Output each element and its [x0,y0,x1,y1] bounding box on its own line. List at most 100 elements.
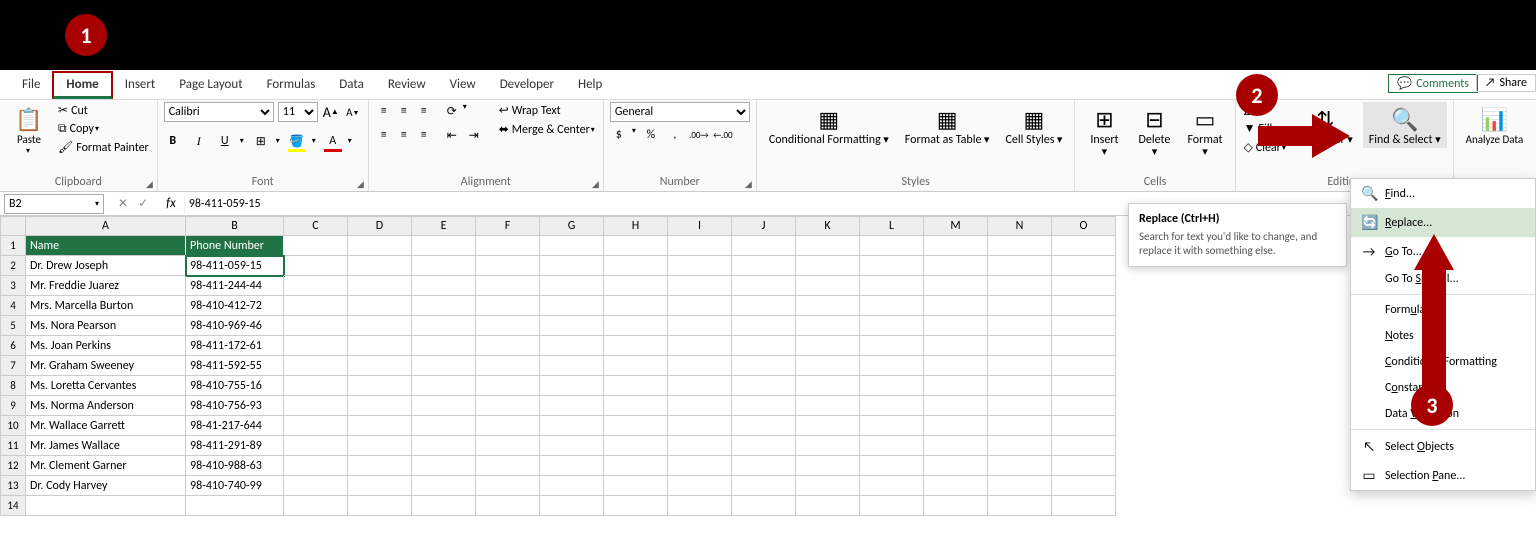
cell[interactable] [1052,356,1116,376]
cell[interactable]: Name [26,236,186,256]
format-painter-button[interactable]: 🖌Format Painter [56,139,151,156]
comments-button[interactable]: 💬 Comments [1388,74,1478,93]
menu-selection-pane[interactable]: ▭Selection Pane... [1351,461,1535,490]
cell[interactable] [604,316,668,336]
cell[interactable] [540,356,604,376]
cell[interactable] [668,456,732,476]
cell[interactable] [284,496,348,516]
cell[interactable] [284,296,348,316]
cell[interactable] [732,476,796,496]
comma-icon[interactable]: , [666,126,684,144]
row-header[interactable]: 7 [0,356,26,376]
cell[interactable] [796,276,860,296]
cell[interactable] [860,396,924,416]
align-middle-icon[interactable]: ≡ [395,102,413,120]
col-header-D[interactable]: D [348,216,412,236]
row-header[interactable]: 1 [0,236,26,256]
row-header[interactable]: 5 [0,316,26,336]
cell[interactable]: Phone Number [186,236,284,256]
cell[interactable] [668,396,732,416]
cell[interactable] [284,436,348,456]
cell[interactable] [348,316,412,336]
cell[interactable] [924,436,988,456]
cell[interactable] [860,476,924,496]
cell[interactable] [412,296,476,316]
cell[interactable] [476,236,540,256]
cell[interactable] [412,456,476,476]
row-header[interactable]: 11 [0,436,26,456]
cell[interactable]: 98-410-969-46 [186,316,284,336]
percent-icon[interactable]: % [642,126,660,144]
cell[interactable] [284,336,348,356]
wrap-text-button[interactable]: ↩Wrap Text [497,102,597,119]
cell[interactable] [668,476,732,496]
cell[interactable] [1052,496,1116,516]
cell[interactable] [284,396,348,416]
cut-button[interactable]: ✂Cut [56,102,151,119]
cell[interactable] [412,436,476,456]
cell[interactable] [284,316,348,336]
cancel-formula-icon[interactable]: ✕ [118,196,128,211]
cell[interactable]: Mr. Freddie Juarez [26,276,186,296]
tab-insert[interactable]: Insert [113,73,168,96]
cell[interactable] [988,456,1052,476]
cell[interactable] [540,336,604,356]
merge-center-button[interactable]: ⬌Merge & Center▾ [497,121,597,138]
cell[interactable] [540,236,604,256]
col-header-F[interactable]: F [476,216,540,236]
col-header-O[interactable]: O [1052,216,1116,236]
cell[interactable]: Dr. Drew Joseph [26,256,186,276]
cell[interactable] [348,276,412,296]
cell[interactable] [988,496,1052,516]
cell[interactable] [284,456,348,476]
cell[interactable]: Dr. Cody Harvey [26,476,186,496]
cell[interactable] [732,396,796,416]
cell[interactable] [860,316,924,336]
increase-indent-icon[interactable]: ⇥ [465,126,483,144]
menu-replace[interactable]: 🔄Replace... [1351,208,1535,237]
cell[interactable] [540,316,604,336]
cell[interactable] [924,316,988,336]
cell[interactable] [348,256,412,276]
dialog-launcher-icon[interactable]: ◢ [357,179,364,190]
col-header-M[interactable]: M [924,216,988,236]
cell[interactable] [26,496,186,516]
cell[interactable] [988,336,1052,356]
grow-font-icon[interactable]: A▲ [322,103,340,121]
cell[interactable] [668,416,732,436]
enter-formula-icon[interactable]: ✓ [138,196,148,211]
fill-color-button[interactable]: 🪣 [288,132,306,150]
tab-developer[interactable]: Developer [488,73,566,96]
cell[interactable] [988,316,1052,336]
cell[interactable] [732,356,796,376]
cell[interactable] [924,256,988,276]
cell[interactable]: 98-411-172-61 [186,336,284,356]
cell[interactable] [796,356,860,376]
orientation-icon[interactable]: ⟳ [443,102,461,120]
cell-styles-button[interactable]: ▦Cell Styles ▾ [999,102,1068,148]
cell[interactable] [412,476,476,496]
cell[interactable] [284,376,348,396]
cell[interactable]: 98-410-756-93 [186,396,284,416]
cell[interactable]: Mr. Clement Garner [26,456,186,476]
font-color-button[interactable]: A [324,132,342,150]
decrease-indent-icon[interactable]: ⇤ [443,126,461,144]
menu-find[interactable]: 🔍Find... [1351,179,1535,208]
cell[interactable] [796,496,860,516]
cell[interactable] [412,336,476,356]
cell[interactable] [796,456,860,476]
cell[interactable] [476,436,540,456]
cell[interactable] [604,496,668,516]
decrease-decimal-icon[interactable]: ←.00 [714,126,732,144]
cell[interactable] [860,356,924,376]
cell[interactable] [796,436,860,456]
cell[interactable]: 98-411-592-55 [186,356,284,376]
cell[interactable] [412,316,476,336]
cell[interactable] [732,376,796,396]
shrink-font-icon[interactable]: A▼ [344,103,362,121]
cell[interactable] [732,436,796,456]
row-header[interactable]: 13 [0,476,26,496]
cell[interactable] [668,336,732,356]
cell[interactable] [796,336,860,356]
cell[interactable] [1052,476,1116,496]
